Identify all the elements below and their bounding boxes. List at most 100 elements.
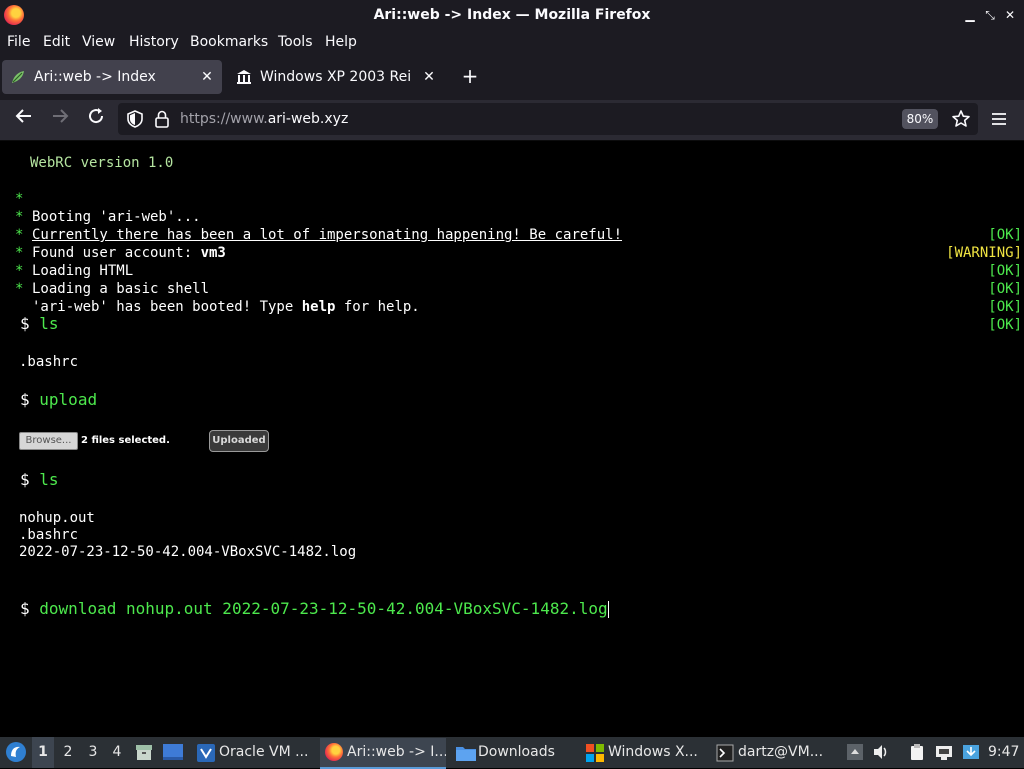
taskbar-app-downloads[interactable]: Downloads	[452, 738, 578, 767]
menu-help[interactable]: Help	[325, 32, 357, 52]
bookmark-star-icon[interactable]	[951, 109, 971, 129]
menu-file[interactable]: File	[7, 32, 30, 52]
clock[interactable]: 9:47	[988, 737, 1019, 768]
command-text: ls	[39, 314, 59, 333]
update-notification-icon[interactable]	[962, 743, 980, 761]
boot-line-text: 'ari-web' has been booted! Type help for…	[32, 298, 420, 316]
command-text: ls	[39, 470, 59, 489]
menu-bookmarks[interactable]: Bookmarks	[190, 32, 268, 52]
workspace-2[interactable]: 2	[57, 737, 79, 768]
taskbar-app-virtualbox[interactable]: Oracle VM ...	[192, 738, 314, 767]
taskbar-app-terminal[interactable]: dartz@VM...	[712, 738, 836, 767]
forward-button[interactable]	[48, 107, 72, 131]
boot-line: * Found user account: vm3 [OK]	[0, 208, 1024, 279]
prompt-symbol: $	[20, 390, 30, 409]
workspace-1[interactable]: 1	[32, 737, 54, 768]
menu-bar: File Edit View History Bookmarks Tools H…	[0, 30, 1024, 54]
new-tab-button[interactable]: +	[456, 62, 484, 90]
prompt-symbol: $	[20, 599, 30, 618]
close-tab-icon[interactable]: ✕	[198, 68, 216, 86]
firefox-icon	[325, 743, 343, 761]
help-keyword: help	[301, 299, 336, 315]
tab-ari-web[interactable]: Ari::web -> Index ✕	[2, 60, 222, 94]
terminal-icon	[716, 744, 734, 762]
page-content: WebRC version 1.0 * Booting 'ari-web'...…	[0, 141, 1024, 737]
menu-history[interactable]: History	[129, 32, 179, 52]
lock-icon[interactable]	[154, 110, 170, 128]
virtualbox-icon	[197, 744, 215, 762]
zoom-badge[interactable]: 80%	[902, 109, 938, 129]
prompt-symbol: $	[20, 314, 30, 333]
leaf-icon	[12, 71, 24, 83]
output-line: nohup.out	[19, 510, 95, 526]
url-domain: ari-web.xyz	[267, 111, 349, 127]
taskbar-app-label: Ari::web -> I...	[347, 744, 446, 760]
text-caret	[607, 601, 609, 618]
start-menu-icon[interactable]	[5, 741, 27, 763]
status-ok: [OK]	[988, 317, 1022, 333]
taskbar: 1 2 3 4 Oracle VM ... Ari::web -> I... D…	[0, 737, 1024, 769]
reload-icon	[89, 108, 104, 124]
back-arrow-icon	[15, 109, 31, 123]
windows-xp-icon	[586, 744, 604, 762]
boot-line-pre: 'ari-web' has been booted! Type	[32, 299, 302, 315]
shield-icon[interactable]	[126, 110, 144, 128]
status-ok: [OK]	[988, 281, 1022, 297]
output-line: .bashrc	[19, 354, 79, 370]
show-desktop-icon[interactable]	[162, 742, 184, 762]
archive-icon[interactable]	[134, 742, 154, 762]
network-icon[interactable]	[935, 743, 953, 761]
boot-line: * Loading HTML [OK]	[0, 226, 1024, 297]
taskbar-app-windows-xp[interactable]: Windows X...	[582, 738, 706, 767]
boot-line-post: for help.	[335, 299, 420, 315]
reload-button[interactable]	[84, 107, 108, 131]
tab-label: Ari::web -> Index	[34, 69, 156, 85]
restore-icon[interactable]: ⤡	[982, 6, 998, 24]
url-text[interactable]: https://www.ari-web.xyz	[180, 108, 348, 130]
taskbar-app-label: Oracle VM ...	[219, 744, 309, 760]
output-line: 2022-07-23-12-50-42.004-VBoxSVC-1482.log	[19, 544, 357, 560]
status-ok: [OK]	[988, 299, 1022, 315]
close-window-icon[interactable]: ✕	[1002, 6, 1018, 24]
workspace-3[interactable]: 3	[82, 737, 104, 768]
webrc-header: WebRC version 1.0	[30, 155, 174, 171]
tab-label: Windows XP 2003 Reimage	[260, 69, 412, 85]
clipboard-icon[interactable]	[908, 743, 926, 761]
boot-line: * Booting 'ari-web'... [OK]	[0, 172, 1024, 243]
back-button[interactable]	[12, 107, 36, 131]
minimize-icon[interactable]: ▁	[962, 6, 978, 24]
boot-line-warning: * Currently there has been a lot of impe…	[0, 190, 1024, 261]
museum-icon	[237, 70, 251, 84]
command-line: $ ls	[20, 469, 59, 491]
bullet-star: *	[15, 281, 24, 297]
tab-windows-xp[interactable]: Windows XP 2003 Reimage ✕	[228, 60, 444, 94]
boot-line-text: Loading a basic shell	[32, 281, 210, 297]
taskbar-app-label: Downloads	[478, 744, 555, 760]
output-line: .bashrc	[19, 527, 79, 543]
menu-tools[interactable]: Tools	[278, 32, 313, 52]
command-line: $ ls	[20, 313, 59, 335]
scroll-up-icon[interactable]	[846, 743, 864, 761]
url-prefix: https://www.	[180, 111, 268, 127]
command-line: $ upload	[20, 389, 97, 411]
uploaded-button[interactable]: Uploaded	[209, 430, 269, 452]
hamburger-menu-icon[interactable]	[990, 110, 1008, 128]
boot-line: * Loading a basic shell [OK]	[0, 244, 1024, 315]
forward-arrow-icon	[53, 109, 69, 123]
menu-view[interactable]: View	[82, 32, 115, 52]
command-input-line[interactable]: $ download nohup.out 2022-07-23-12-50-42…	[20, 598, 609, 620]
menu-edit[interactable]: Edit	[43, 32, 70, 52]
workspace-4[interactable]: 4	[106, 737, 128, 768]
taskbar-app-label: Windows X...	[608, 744, 698, 760]
firefox-window: Ari::web -> Index — Mozilla Firefox ▁ ⤡ …	[0, 0, 1024, 769]
volume-icon[interactable]	[872, 743, 890, 761]
command-text: upload	[39, 390, 98, 409]
prompt-symbol: $	[20, 470, 30, 489]
window-title: Ari::web -> Index — Mozilla Firefox	[373, 7, 651, 23]
close-tab-icon[interactable]: ✕	[420, 68, 438, 86]
browse-button[interactable]: Browse...	[19, 432, 78, 450]
title-bar: Ari::web -> Index — Mozilla Firefox ▁ ⤡ …	[0, 0, 1024, 30]
taskbar-app-firefox[interactable]: Ari::web -> I...	[320, 738, 446, 769]
command-input-text[interactable]: download nohup.out 2022-07-23-12-50-42.0…	[39, 599, 607, 618]
files-selected-label: 2 files selected.	[81, 435, 170, 446]
